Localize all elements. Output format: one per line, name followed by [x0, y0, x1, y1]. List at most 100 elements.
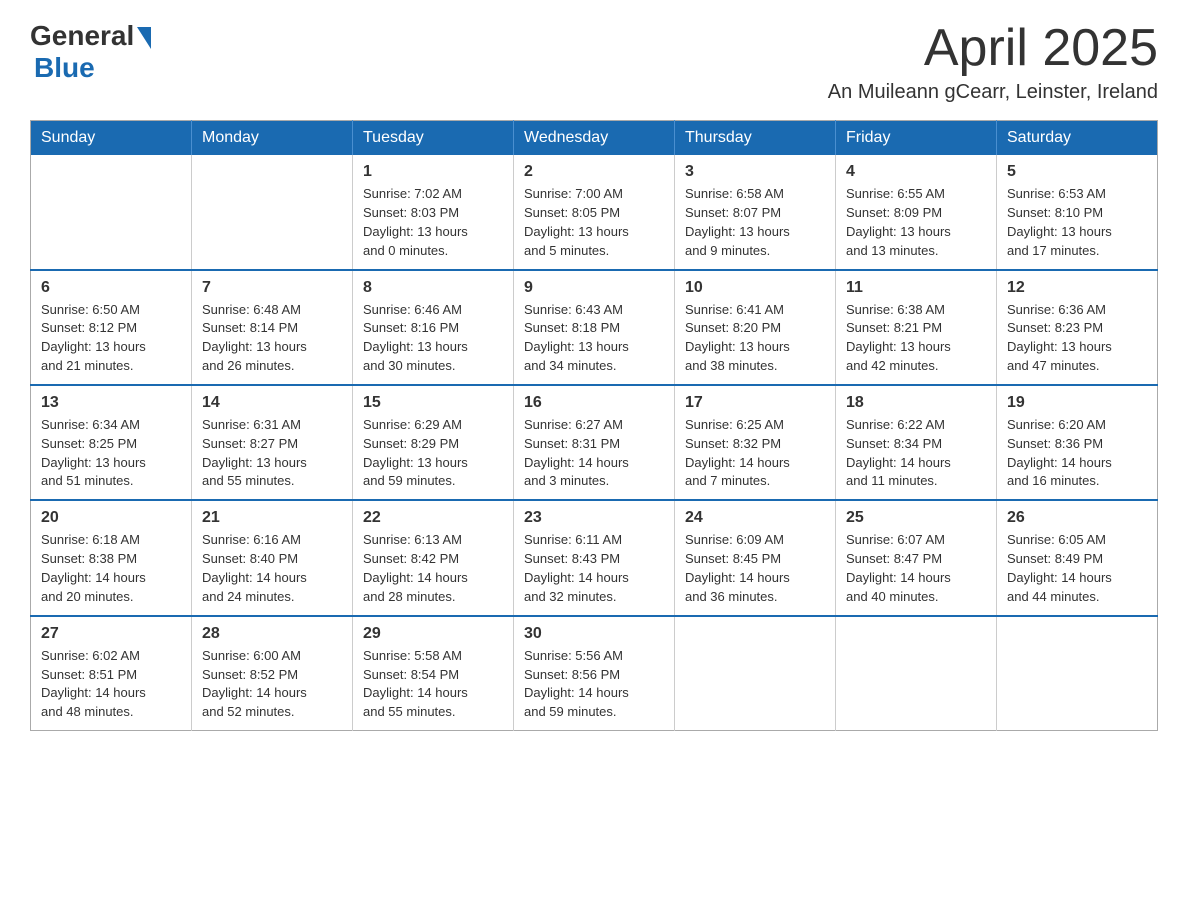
day-info: Sunrise: 6:20 AM Sunset: 8:36 PM Dayligh…: [1007, 416, 1147, 491]
day-number: 19: [1007, 394, 1147, 412]
day-info: Sunrise: 7:00 AM Sunset: 8:05 PM Dayligh…: [524, 185, 664, 260]
day-info: Sunrise: 6:41 AM Sunset: 8:20 PM Dayligh…: [685, 301, 825, 376]
day-info: Sunrise: 6:34 AM Sunset: 8:25 PM Dayligh…: [41, 416, 181, 491]
day-info: Sunrise: 6:31 AM Sunset: 8:27 PM Dayligh…: [202, 416, 342, 491]
calendar-week-row: 20 Sunrise: 6:18 AM Sunset: 8:38 PM Dayli…: [31, 500, 1158, 615]
day-info: Sunrise: 5:56 AM Sunset: 8:56 PM Dayligh…: [524, 647, 664, 722]
day-number: 16: [524, 394, 664, 412]
logo-blue-text: Blue: [34, 52, 151, 84]
day-number: 5: [1007, 163, 1147, 181]
day-number: 22: [363, 509, 503, 527]
day-info: Sunrise: 6:53 AM Sunset: 8:10 PM Dayligh…: [1007, 185, 1147, 260]
logo-triangle-icon: [137, 27, 151, 49]
day-info: Sunrise: 6:02 AM Sunset: 8:51 PM Dayligh…: [41, 647, 181, 722]
calendar-cell: 2Sunrise: 7:00 AM Sunset: 8:05 PM Daylig…: [514, 155, 675, 269]
calendar-cell: [675, 616, 836, 731]
column-header-thursday: Thursday: [675, 121, 836, 156]
calendar-cell: 30 Sunrise: 5:56 AM Sunset: 8:56 PM Dayli…: [514, 616, 675, 731]
day-info: Sunrise: 6:43 AM Sunset: 8:18 PM Dayligh…: [524, 301, 664, 376]
day-info: Sunrise: 6:25 AM Sunset: 8:32 PM Dayligh…: [685, 416, 825, 491]
calendar-cell: 13 Sunrise: 6:34 AM Sunset: 8:25 PM Dayli…: [31, 385, 192, 500]
calendar-cell: 14Sunrise: 6:31 AM Sunset: 8:27 PM Dayli…: [192, 385, 353, 500]
logo: General Blue: [30, 20, 151, 84]
calendar-cell: 6 Sunrise: 6:50 AM Sunset: 8:12 PM Daylig…: [31, 270, 192, 385]
day-number: 24: [685, 509, 825, 527]
column-header-saturday: Saturday: [997, 121, 1158, 156]
day-number: 28: [202, 625, 342, 643]
calendar-cell: 28 Sunrise: 6:00 AM Sunset: 8:52 PM Dayli…: [192, 616, 353, 731]
day-number: 6: [41, 279, 181, 297]
day-number: 29: [363, 625, 503, 643]
calendar-cell: 23 Sunrise: 6:11 AM Sunset: 8:43 PM Dayli…: [514, 500, 675, 615]
calendar-cell: 20 Sunrise: 6:18 AM Sunset: 8:38 PM Dayli…: [31, 500, 192, 615]
day-info: Sunrise: 6:00 AM Sunset: 8:52 PM Dayligh…: [202, 647, 342, 722]
calendar-cell: 9 Sunrise: 6:43 AM Sunset: 8:18 PM Daylig…: [514, 270, 675, 385]
calendar-cell: 21 Sunrise: 6:16 AM Sunset: 8:40 PM Dayli…: [192, 500, 353, 615]
calendar-cell: 7Sunrise: 6:48 AM Sunset: 8:14 PM Daylig…: [192, 270, 353, 385]
calendar-cell: 17Sunrise: 6:25 AM Sunset: 8:32 PM Dayli…: [675, 385, 836, 500]
location-title: An Muileann gCearr, Leinster, Ireland: [828, 81, 1158, 104]
column-header-monday: Monday: [192, 121, 353, 156]
calendar-cell: 24 Sunrise: 6:09 AM Sunset: 8:45 PM Dayli…: [675, 500, 836, 615]
calendar-cell: 4 Sunrise: 6:55 AM Sunset: 8:09 PM Daylig…: [836, 155, 997, 269]
day-number: 1: [363, 163, 503, 181]
calendar-cell: 11Sunrise: 6:38 AM Sunset: 8:21 PM Dayli…: [836, 270, 997, 385]
day-number: 23: [524, 509, 664, 527]
day-number: 4: [846, 163, 986, 181]
day-number: 20: [41, 509, 181, 527]
title-section: April 2025 An Muileann gCearr, Leinster,…: [828, 20, 1158, 104]
calendar-table: SundayMondayTuesdayWednesdayThursdayFrid…: [30, 120, 1158, 731]
calendar-cell: 16 Sunrise: 6:27 AM Sunset: 8:31 PM Dayli…: [514, 385, 675, 500]
calendar-week-row: 27 Sunrise: 6:02 AM Sunset: 8:51 PM Dayli…: [31, 616, 1158, 731]
day-number: 10: [685, 279, 825, 297]
day-info: Sunrise: 6:27 AM Sunset: 8:31 PM Dayligh…: [524, 416, 664, 491]
day-info: Sunrise: 6:58 AM Sunset: 8:07 PM Dayligh…: [685, 185, 825, 260]
column-header-wednesday: Wednesday: [514, 121, 675, 156]
day-number: 27: [41, 625, 181, 643]
day-number: 12: [1007, 279, 1147, 297]
calendar-cell: 26Sunrise: 6:05 AM Sunset: 8:49 PM Dayli…: [997, 500, 1158, 615]
day-info: Sunrise: 6:18 AM Sunset: 8:38 PM Dayligh…: [41, 531, 181, 606]
day-number: 18: [846, 394, 986, 412]
calendar-cell: 22 Sunrise: 6:13 AM Sunset: 8:42 PM Dayli…: [353, 500, 514, 615]
day-info: Sunrise: 6:55 AM Sunset: 8:09 PM Dayligh…: [846, 185, 986, 260]
day-info: Sunrise: 6:29 AM Sunset: 8:29 PM Dayligh…: [363, 416, 503, 491]
column-header-friday: Friday: [836, 121, 997, 156]
day-info: Sunrise: 6:11 AM Sunset: 8:43 PM Dayligh…: [524, 531, 664, 606]
calendar-cell: 19 Sunrise: 6:20 AM Sunset: 8:36 PM Dayli…: [997, 385, 1158, 500]
calendar-cell: 5 Sunrise: 6:53 AM Sunset: 8:10 PM Daylig…: [997, 155, 1158, 269]
day-info: Sunrise: 6:07 AM Sunset: 8:47 PM Dayligh…: [846, 531, 986, 606]
page-header: General Blue April 2025 An Muileann gCea…: [30, 20, 1158, 104]
calendar-cell: 8Sunrise: 6:46 AM Sunset: 8:16 PM Daylig…: [353, 270, 514, 385]
calendar-cell: 27 Sunrise: 6:02 AM Sunset: 8:51 PM Dayli…: [31, 616, 192, 731]
day-info: Sunrise: 6:16 AM Sunset: 8:40 PM Dayligh…: [202, 531, 342, 606]
calendar-cell: 12 Sunrise: 6:36 AM Sunset: 8:23 PM Dayli…: [997, 270, 1158, 385]
day-info: Sunrise: 6:38 AM Sunset: 8:21 PM Dayligh…: [846, 301, 986, 376]
day-info: Sunrise: 6:36 AM Sunset: 8:23 PM Dayligh…: [1007, 301, 1147, 376]
day-number: 9: [524, 279, 664, 297]
calendar-cell: 10 Sunrise: 6:41 AM Sunset: 8:20 PM Dayli…: [675, 270, 836, 385]
calendar-week-row: 6 Sunrise: 6:50 AM Sunset: 8:12 PM Daylig…: [31, 270, 1158, 385]
column-header-sunday: Sunday: [31, 121, 192, 156]
day-number: 21: [202, 509, 342, 527]
day-number: 25: [846, 509, 986, 527]
calendar-cell: 29 Sunrise: 5:58 AM Sunset: 8:54 PM Dayli…: [353, 616, 514, 731]
day-info: Sunrise: 5:58 AM Sunset: 8:54 PM Dayligh…: [363, 647, 503, 722]
calendar-cell: [836, 616, 997, 731]
day-info: Sunrise: 6:46 AM Sunset: 8:16 PM Dayligh…: [363, 301, 503, 376]
day-info: Sunrise: 6:05 AM Sunset: 8:49 PM Dayligh…: [1007, 531, 1147, 606]
month-title: April 2025: [828, 20, 1158, 77]
day-info: Sunrise: 6:50 AM Sunset: 8:12 PM Dayligh…: [41, 301, 181, 376]
logo-general-text: General: [30, 20, 134, 52]
calendar-cell: 18 Sunrise: 6:22 AM Sunset: 8:34 PM Dayli…: [836, 385, 997, 500]
calendar-cell: 15Sunrise: 6:29 AM Sunset: 8:29 PM Dayli…: [353, 385, 514, 500]
day-info: Sunrise: 6:09 AM Sunset: 8:45 PM Dayligh…: [685, 531, 825, 606]
day-info: Sunrise: 6:22 AM Sunset: 8:34 PM Dayligh…: [846, 416, 986, 491]
day-number: 13: [41, 394, 181, 412]
day-number: 3: [685, 163, 825, 181]
day-number: 30: [524, 625, 664, 643]
calendar-cell: [192, 155, 353, 269]
day-info: Sunrise: 6:48 AM Sunset: 8:14 PM Dayligh…: [202, 301, 342, 376]
day-info: Sunrise: 6:13 AM Sunset: 8:42 PM Dayligh…: [363, 531, 503, 606]
calendar-cell: [31, 155, 192, 269]
